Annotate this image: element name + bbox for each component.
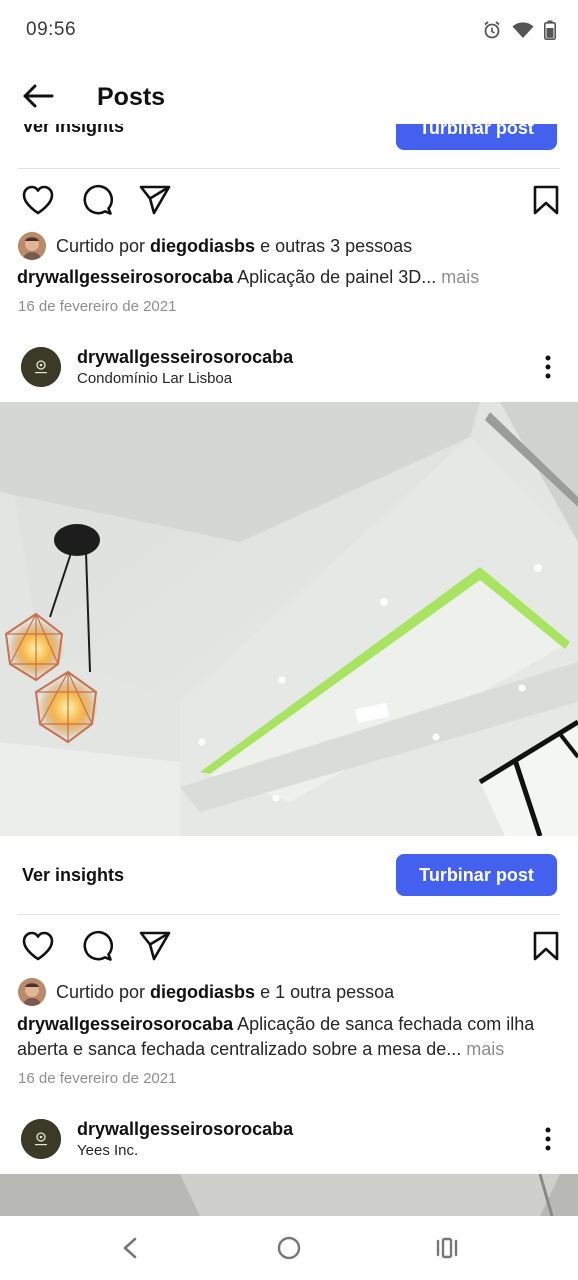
more-vertical-icon <box>545 1127 551 1151</box>
likes-prefix: Curtido por <box>56 981 151 1002</box>
likes-user[interactable]: diegodiasbs <box>150 236 255 257</box>
post-username[interactable]: drywallgesseirosorocaba <box>77 347 293 368</box>
caption-username[interactable]: drywallgesseirosorocaba <box>17 267 233 287</box>
save-button[interactable] <box>527 927 565 965</box>
likes-suffix: e 1 outra pessoa <box>255 981 395 1002</box>
post-caption: drywallgesseirosorocaba Aplicação de san… <box>17 1012 569 1062</box>
home-circle-icon <box>277 1236 301 1260</box>
bookmark-icon <box>533 931 559 961</box>
nav-recents-button[interactable] <box>427 1232 467 1264</box>
app-header: Posts <box>0 72 578 124</box>
heart-icon <box>22 931 54 961</box>
wifi-icon <box>512 21 534 39</box>
likes-user[interactable]: diegodiasbs <box>150 982 255 1003</box>
send-icon <box>139 185 171 215</box>
share-button[interactable] <box>136 927 174 965</box>
post-caption: drywallgesseirosorocaba Aplicação de pai… <box>17 265 569 290</box>
recents-icon <box>436 1237 458 1259</box>
like-button[interactable] <box>19 181 57 219</box>
post-options-button[interactable] <box>536 351 560 383</box>
avatar <box>18 978 46 1006</box>
avatar[interactable] <box>21 1119 61 1159</box>
post-image[interactable] <box>0 1174 578 1216</box>
insights-link[interactable]: Ver insights <box>22 865 124 886</box>
comment-button[interactable] <box>78 181 116 219</box>
page-title: Posts <box>97 83 166 111</box>
heart-icon <box>22 185 54 215</box>
post-header: drywallgesseirosorocaba Yees Inc. <box>0 1115 578 1167</box>
post-image[interactable] <box>0 402 578 836</box>
post-location[interactable]: Yees Inc. <box>77 1142 138 1159</box>
more-link[interactable]: mais <box>441 267 479 287</box>
status-time: 09:56 <box>26 19 77 40</box>
post-options-button[interactable] <box>536 1123 560 1155</box>
avatar <box>18 232 46 260</box>
system-nav-bar <box>0 1216 578 1280</box>
post-date: 16 de fevereiro de 2021 <box>18 298 177 315</box>
chevron-left-icon <box>123 1237 137 1259</box>
post-actions <box>0 181 578 221</box>
arrow-left-icon <box>22 84 54 113</box>
post-header: drywallgesseirosorocaba Condomínio Lar L… <box>0 343 578 395</box>
post-location[interactable]: Condomínio Lar Lisboa <box>77 370 232 387</box>
caption-username[interactable]: drywallgesseirosorocaba <box>17 1014 233 1034</box>
likes-summary[interactable]: Curtido por diegodiasbs e 1 outra pessoa <box>18 978 394 1006</box>
comment-icon <box>83 930 113 961</box>
divider <box>18 168 560 169</box>
nav-home-button[interactable] <box>269 1232 309 1264</box>
insights-link[interactable]: Ver insights <box>22 124 124 137</box>
insights-row: Ver insights Turbinar post <box>0 854 578 898</box>
likes-prefix: Curtido por <box>56 235 151 256</box>
more-vertical-icon <box>545 355 551 379</box>
nav-back-button[interactable] <box>110 1232 150 1264</box>
bookmark-icon <box>533 185 559 215</box>
more-link[interactable]: mais <box>466 1039 504 1059</box>
save-button[interactable] <box>527 181 565 219</box>
post-username[interactable]: drywallgesseirosorocaba <box>77 1119 293 1140</box>
like-button[interactable] <box>19 927 57 965</box>
send-icon <box>139 931 171 961</box>
comment-icon <box>83 184 113 215</box>
comment-button[interactable] <box>78 927 116 965</box>
share-button[interactable] <box>136 181 174 219</box>
post-date: 16 de fevereiro de 2021 <box>18 1070 177 1087</box>
boost-post-button[interactable]: Turbinar post <box>396 854 557 896</box>
status-icons <box>482 20 556 40</box>
previous-insights-row: Ver insights Turbinar post <box>0 124 578 150</box>
boost-post-button[interactable]: Turbinar post <box>396 124 557 150</box>
likes-suffix: e outras 3 pessoas <box>255 235 413 256</box>
status-bar: 09:56 <box>0 0 578 60</box>
post-actions <box>0 927 578 967</box>
avatar[interactable] <box>21 347 61 387</box>
divider <box>18 914 560 915</box>
back-button[interactable] <box>18 82 58 114</box>
alarm-icon <box>482 20 502 40</box>
caption-text: Aplicação de painel 3D... <box>237 267 437 287</box>
likes-summary[interactable]: Curtido por diegodiasbs e outras 3 pesso… <box>18 232 412 260</box>
battery-icon <box>544 20 556 40</box>
